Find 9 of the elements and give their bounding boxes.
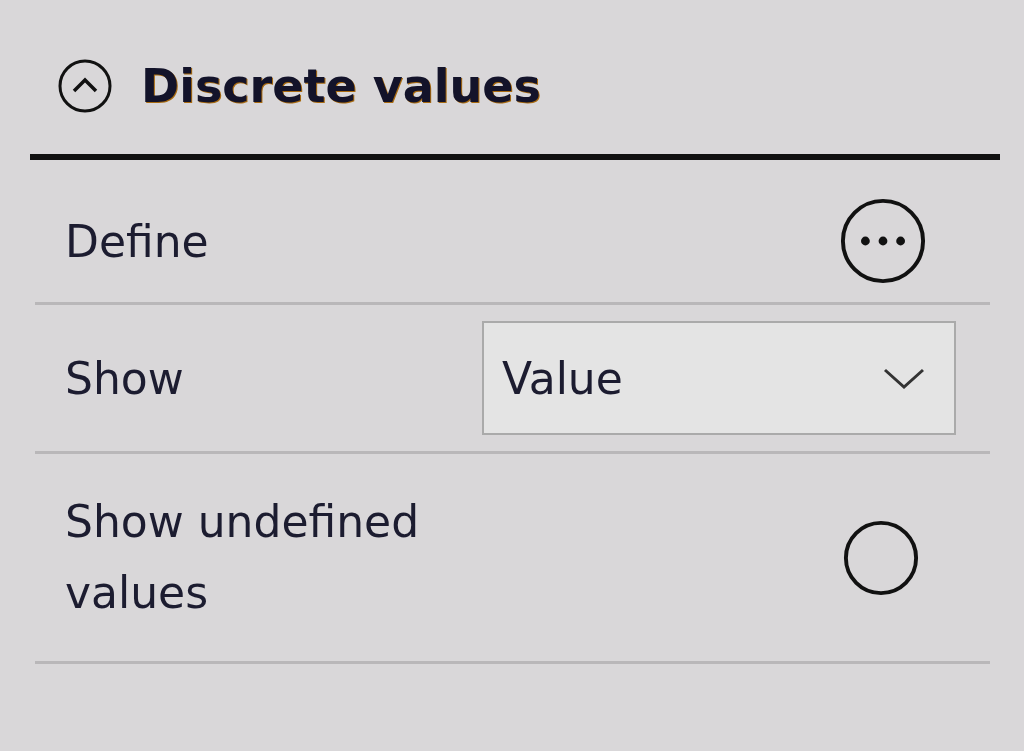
chevron-down-icon <box>882 366 926 390</box>
value-dropdown[interactable]: Value <box>482 321 956 435</box>
radio-button[interactable] <box>842 518 920 597</box>
section-title: Discrete values <box>141 59 541 113</box>
collapse-icon[interactable] <box>57 58 113 114</box>
ellipsis-icon[interactable] <box>839 197 927 285</box>
property-label: Define <box>65 215 209 267</box>
property-label: Show <box>65 352 184 404</box>
property-label: Show undefined values <box>65 495 421 620</box>
